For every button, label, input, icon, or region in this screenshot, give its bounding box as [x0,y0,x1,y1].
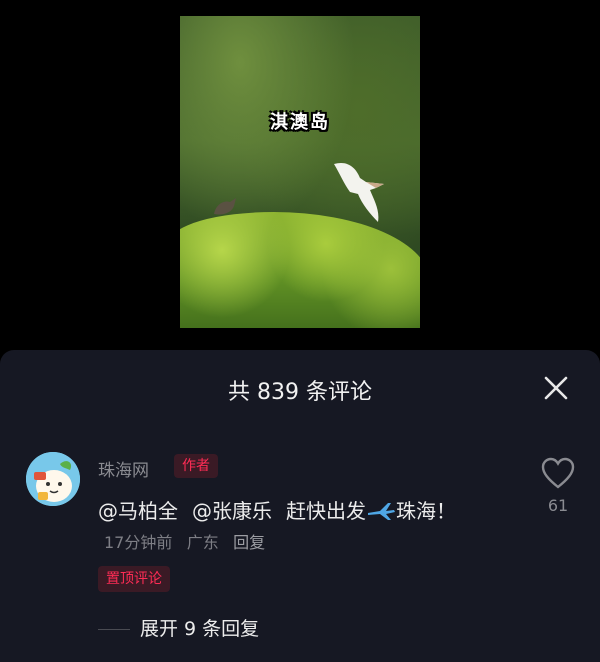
comment-time: 17分钟前 [104,533,173,552]
comment-location: 广东 [186,533,219,552]
flying-bird-image [334,162,384,222]
heart-outline-icon[interactable] [540,456,576,490]
expand-replies-button[interactable]: 展开 9 条回复 [140,614,259,641]
close-icon[interactable] [542,374,570,402]
airplane-icon [368,503,395,520]
comments-panel: 共 839 条评论 珠海网 作者 @马柏全 @张康乐 赶快出发 珠海！ 17分钟前 … [0,350,600,662]
comment-text-part-2: 珠海！ [396,499,456,523]
comment-body: @马柏全 @张康乐 赶快出发 珠海！ 17分钟前 广东 回复 [98,496,478,558]
comment-text-part-1: 赶快出发 [286,499,366,523]
comments-count-title: 共 839 条评论 [228,380,372,405]
pinned-comment-badge: 置顶评论 [98,566,170,592]
cartoon-avatar-icon [26,452,80,506]
video-foliage-hill [180,212,420,328]
video-frame[interactable]: 淇澳岛 [180,16,420,328]
reply-button[interactable]: 回复 [233,533,265,552]
mention-link-1[interactable]: @马柏全 [98,499,178,523]
author-badge: 作者 [174,454,218,478]
divider [98,629,130,630]
video-caption: 淇澳岛 [270,112,330,133]
perched-bird-image [214,198,236,215]
mention-link-2[interactable]: @张康乐 [192,499,272,523]
like-count: 61 [547,496,569,515]
avatar[interactable] [26,452,80,506]
comment-username[interactable]: 珠海网 [98,456,149,481]
